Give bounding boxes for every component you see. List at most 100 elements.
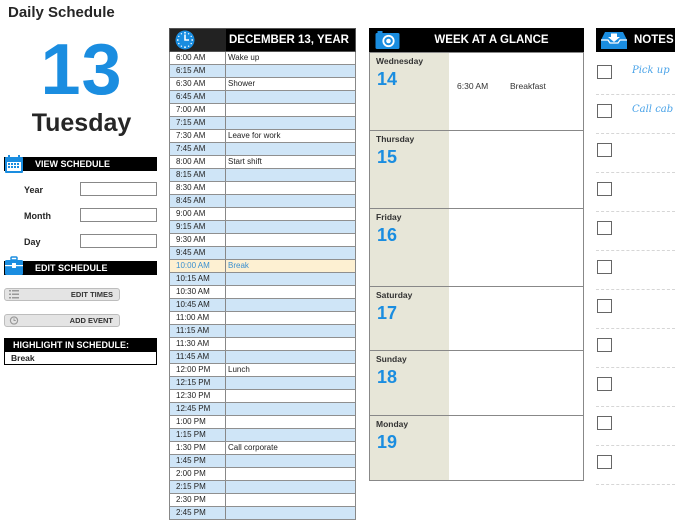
schedule-row[interactable]: 7:15 AM — [169, 117, 356, 130]
schedule-event[interactable] — [226, 403, 355, 415]
note-checkbox[interactable] — [597, 143, 612, 157]
week-day-thursday[interactable]: Thursday 15 — [369, 131, 584, 209]
schedule-event[interactable] — [226, 481, 355, 493]
edit-times-button[interactable]: EDIT TIMES — [4, 288, 120, 301]
week-day-monday[interactable]: Monday 19 — [369, 416, 584, 481]
note-checkbox[interactable] — [597, 221, 612, 235]
schedule-row[interactable]: 12:45 PM — [169, 403, 356, 416]
schedule-row[interactable]: 9:15 AM — [169, 221, 356, 234]
schedule-event[interactable] — [226, 195, 355, 207]
schedule-event[interactable] — [226, 455, 355, 467]
schedule-event[interactable] — [226, 390, 355, 402]
highlight-value[interactable]: Break — [5, 352, 156, 364]
schedule-event[interactable] — [226, 286, 355, 298]
schedule-event[interactable] — [226, 377, 355, 389]
schedule-row[interactable]: 8:45 AM — [169, 195, 356, 208]
schedule-event[interactable] — [226, 416, 355, 428]
schedule-event[interactable] — [226, 273, 355, 285]
week-day-events[interactable] — [449, 209, 583, 286]
schedule-event[interactable] — [226, 247, 355, 259]
month-input[interactable] — [80, 208, 157, 222]
week-day-events[interactable] — [449, 416, 583, 480]
schedule-row[interactable]: 12:30 PM — [169, 390, 356, 403]
week-day-friday[interactable]: Friday 16 — [369, 209, 584, 287]
schedule-event[interactable] — [226, 312, 355, 324]
schedule-event[interactable] — [226, 338, 355, 350]
note-checkbox[interactable] — [597, 338, 612, 352]
schedule-row[interactable]: 6:15 AM — [169, 65, 356, 78]
schedule-event[interactable] — [226, 325, 355, 337]
note-checkbox[interactable] — [597, 182, 612, 196]
schedule-event[interactable] — [226, 65, 355, 77]
note-checkbox[interactable] — [597, 299, 612, 313]
schedule-row[interactable]: 8:30 AM — [169, 182, 356, 195]
year-input[interactable] — [80, 182, 157, 196]
schedule-event[interactable] — [226, 234, 355, 246]
week-day-wednesday[interactable]: Wednesday 14 6:30 AM Breakfast — [369, 52, 584, 131]
schedule-event[interactable] — [226, 208, 355, 220]
week-day-saturday[interactable]: Saturday 17 — [369, 287, 584, 351]
schedule-row[interactable]: 1:30 PM Call corporate — [169, 442, 356, 455]
schedule-event[interactable]: Wake up — [226, 52, 355, 64]
schedule-event[interactable] — [226, 429, 355, 441]
schedule-row[interactable]: 11:30 AM — [169, 338, 356, 351]
note-text[interactable]: Call cab — [632, 104, 673, 115]
schedule-event[interactable] — [226, 221, 355, 233]
schedule-row[interactable]: 6:30 AM Shower — [169, 78, 356, 91]
schedule-event[interactable] — [226, 299, 355, 311]
schedule-row[interactable]: 12:00 PM Lunch — [169, 364, 356, 377]
week-day-events[interactable] — [449, 131, 583, 208]
schedule-event[interactable] — [226, 351, 355, 363]
schedule-row[interactable]: 11:45 AM — [169, 351, 356, 364]
schedule-row[interactable]: 1:45 PM — [169, 455, 356, 468]
schedule-row[interactable]: 1:15 PM — [169, 429, 356, 442]
schedule-row[interactable]: 9:30 AM — [169, 234, 356, 247]
schedule-row[interactable]: 7:30 AM Leave for work — [169, 130, 356, 143]
schedule-event[interactable] — [226, 169, 355, 181]
schedule-row[interactable]: 10:45 AM — [169, 299, 356, 312]
schedule-event[interactable] — [226, 104, 355, 116]
schedule-event[interactable]: Start shift — [226, 156, 355, 168]
schedule-row[interactable]: 9:45 AM — [169, 247, 356, 260]
schedule-event[interactable] — [226, 143, 355, 155]
schedule-event[interactable]: Break — [226, 260, 355, 272]
week-day-events[interactable]: 6:30 AM Breakfast — [449, 53, 583, 130]
schedule-row[interactable]: 9:00 AM — [169, 208, 356, 221]
schedule-event[interactable] — [226, 468, 355, 480]
schedule-row[interactable]: 10:15 AM — [169, 273, 356, 286]
schedule-row[interactable]: 8:00 AM Start shift — [169, 156, 356, 169]
note-checkbox[interactable] — [597, 416, 612, 430]
schedule-event[interactable] — [226, 507, 355, 519]
schedule-row[interactable]: 2:15 PM — [169, 481, 356, 494]
schedule-row[interactable]: 2:30 PM — [169, 494, 356, 507]
add-event-button[interactable]: ADD EVENT — [4, 314, 120, 327]
note-checkbox[interactable] — [597, 104, 612, 118]
schedule-row[interactable]: 1:00 PM — [169, 416, 356, 429]
schedule-event[interactable]: Call corporate — [226, 442, 355, 454]
schedule-event[interactable]: Leave for work — [226, 130, 355, 142]
week-day-sunday[interactable]: Sunday 18 — [369, 351, 584, 416]
schedule-row[interactable]: 12:15 PM — [169, 377, 356, 390]
schedule-row[interactable]: 8:15 AM — [169, 169, 356, 182]
schedule-row[interactable]: 6:00 AM Wake up — [169, 52, 356, 65]
schedule-event[interactable]: Shower — [226, 78, 355, 90]
schedule-event[interactable] — [226, 182, 355, 194]
schedule-row[interactable]: 10:30 AM — [169, 286, 356, 299]
note-checkbox[interactable] — [597, 260, 612, 274]
schedule-event[interactable] — [226, 117, 355, 129]
note-checkbox[interactable] — [597, 65, 612, 79]
note-checkbox[interactable] — [597, 455, 612, 469]
schedule-row[interactable]: 7:00 AM — [169, 104, 356, 117]
schedule-row[interactable]: 11:15 AM — [169, 325, 356, 338]
schedule-row[interactable]: 10:00 AM Break — [169, 260, 356, 273]
schedule-row[interactable]: 7:45 AM — [169, 143, 356, 156]
schedule-event[interactable]: Lunch — [226, 364, 355, 376]
schedule-event[interactable] — [226, 494, 355, 506]
note-text[interactable]: Pick up — [632, 65, 670, 76]
week-day-events[interactable] — [449, 287, 583, 350]
week-day-events[interactable] — [449, 351, 583, 415]
schedule-row[interactable]: 2:00 PM — [169, 468, 356, 481]
schedule-row[interactable]: 2:45 PM — [169, 507, 356, 520]
note-checkbox[interactable] — [597, 377, 612, 391]
schedule-event[interactable] — [226, 91, 355, 103]
